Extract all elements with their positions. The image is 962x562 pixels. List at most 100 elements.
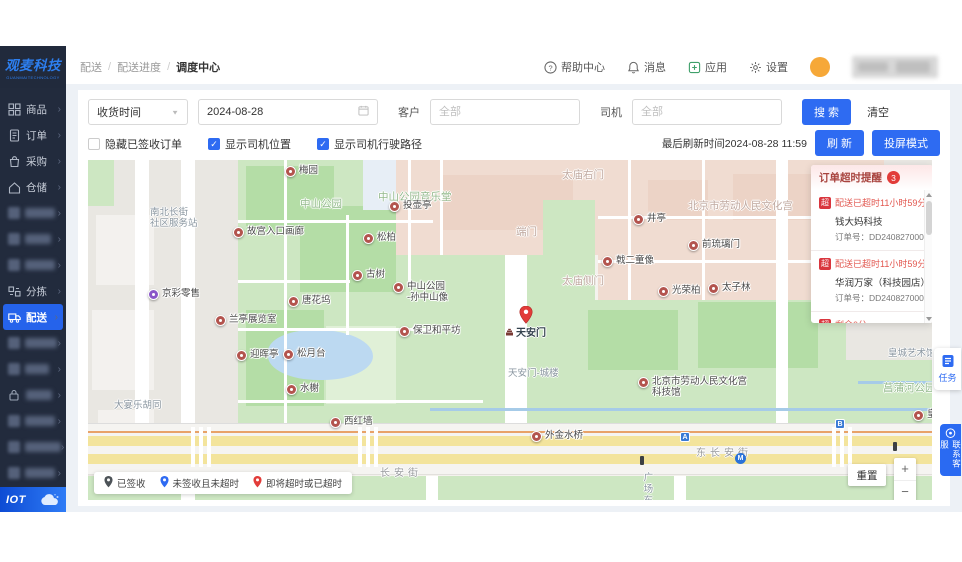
checkbox-checked-icon[interactable]: ✓ xyxy=(208,138,220,150)
map-poi-marker[interactable]: 皇城墙 xyxy=(913,409,932,421)
map-poi-marker[interactable]: 中山公园 -孙中山像 xyxy=(393,281,448,304)
map-reset-button[interactable]: 重置 xyxy=(848,464,886,486)
map-river xyxy=(430,408,932,411)
help-center-button[interactable]: ? 帮助中心 xyxy=(544,59,605,75)
sidebar-item-仓储[interactable]: 仓储 › xyxy=(0,174,66,200)
checkbox-checked-icon[interactable]: ✓ xyxy=(317,138,329,150)
sidebar-item-配送[interactable]: 配送 › xyxy=(3,304,63,330)
poi-red-icon xyxy=(688,240,699,251)
sidebar-item-blurred[interactable]: › xyxy=(0,330,66,356)
sidebar-item-blurred[interactable]: › xyxy=(0,460,66,486)
apps-button[interactable]: 应用 xyxy=(688,59,727,75)
map-poi-marker[interactable]: 水榭 xyxy=(286,383,319,395)
map-poi-marker[interactable]: 太子林 xyxy=(708,282,751,294)
poi-red-icon xyxy=(531,431,542,442)
sidebar-item-label: 采购 xyxy=(26,155,47,168)
poi-purple-icon xyxy=(148,289,159,300)
scroll-down-arrow[interactable] xyxy=(925,314,932,323)
user-avatar[interactable] xyxy=(810,57,830,77)
toggle-隐藏已签收订单[interactable]: 隐藏已签收订单 xyxy=(88,136,182,152)
scroll-up-arrow[interactable] xyxy=(925,190,932,199)
map-poi-marker[interactable]: 梅园 xyxy=(285,165,319,177)
sidebar-item-采购[interactable]: 采购 › xyxy=(0,148,66,174)
sidebar-item-blurred[interactable]: › xyxy=(0,252,66,278)
settings-button[interactable]: 设置 xyxy=(749,59,788,75)
map-poi-marker[interactable]: 京彩零售 xyxy=(148,288,200,300)
refresh-zone: 最后刷新时间2024-08-28 11:59 刷 新 投屏模式 xyxy=(662,130,940,156)
driver-input[interactable] xyxy=(632,99,782,125)
map-poi-marker[interactable]: 前琉璃门 xyxy=(688,239,740,251)
blurred-label xyxy=(25,260,55,270)
poi-red-icon xyxy=(638,377,649,388)
sidebar-item-blurred[interactable]: › xyxy=(0,382,66,408)
app-logo: 观麦科技 GUANMAITECHNOLOGY xyxy=(0,46,66,88)
poi-label: 西红墙 xyxy=(344,416,373,427)
map[interactable]: 梅园故宫入口画廊京彩零售 投壶亭松柏古树 中山公园 -孙中山像唐花坞 兰亭展览室迎晖亭 松… xyxy=(88,160,932,500)
user-name-blurred[interactable] xyxy=(852,56,938,78)
sidebar-item-blurred[interactable]: › xyxy=(0,434,66,460)
zoom-out-button[interactable]: − xyxy=(894,481,916,501)
metro-exit-B: B xyxy=(835,419,845,429)
sidebar-menu: 商品 › 订单 › 采购 › 仓储 › › › › 分拣 › 配送 › › › › › › › xyxy=(0,88,66,486)
map-poi-marker[interactable]: 西红墙 xyxy=(330,416,373,428)
breadcrumb-progress[interactable]: 配送进度 xyxy=(117,59,161,75)
contact-support-button[interactable]: 联系客服 xyxy=(940,424,962,476)
toggle-显示司机行驶路径[interactable]: ✓ 显示司机行驶路径 xyxy=(317,136,422,152)
chevron-right-icon: › xyxy=(57,129,61,141)
map-path xyxy=(702,160,705,300)
toggle-显示司机位置[interactable]: ✓ 显示司机位置 xyxy=(208,136,291,152)
legend-item: 未签收且未超时 xyxy=(159,475,239,491)
cast-mode-button[interactable]: 投屏模式 xyxy=(872,130,940,156)
legend-item: 已签收 xyxy=(104,475,146,491)
sidebar-item-blurred[interactable]: › xyxy=(0,356,66,382)
zoom-in-button[interactable]: + xyxy=(894,458,916,481)
sidebar-item-blurred[interactable]: › xyxy=(0,226,66,252)
customer-input[interactable] xyxy=(430,99,580,125)
map-poi-marker[interactable]: 松柏 xyxy=(363,232,396,244)
refresh-button[interactable]: 刷 新 xyxy=(814,130,864,156)
checkbox-icon[interactable] xyxy=(88,138,100,150)
chevron-right-icon: › xyxy=(57,233,61,245)
metro-station[interactable]: M xyxy=(735,453,749,464)
sidebar-item-订单[interactable]: 订单 › xyxy=(0,122,66,148)
main-panel: 收货时间 ▼ 2024-08-28 客户 司机 搜 索 清空 隐藏已签收订单 ✓ 显… xyxy=(78,90,950,506)
date-picker[interactable]: 2024-08-28 xyxy=(198,99,378,125)
map-crosswalk xyxy=(191,427,213,467)
map-poi-marker[interactable]: 北京市劳动人民文化宫 科技馆 xyxy=(638,376,747,399)
alert-order-item[interactable]: 超剩余0分华润万家（科技园店）2 xyxy=(811,312,924,323)
map-poi-marker[interactable]: 保卫和平坊 xyxy=(399,325,461,337)
tasks-float-button[interactable]: 任务 xyxy=(934,348,961,390)
sidebar-item-blurred[interactable]: › xyxy=(0,408,66,434)
search-button[interactable]: 搜 索 xyxy=(802,99,852,125)
map-poi-marker[interactable]: 迎晖亭 xyxy=(236,349,279,361)
sidebar-item-blurred[interactable]: › xyxy=(0,200,66,226)
sidebar-item-label: 订单 xyxy=(26,129,47,142)
time-field-select[interactable]: 收货时间 ▼ xyxy=(88,99,188,125)
scrollbar-thumb[interactable] xyxy=(926,201,932,235)
map-poi-marker[interactable]: 古树 xyxy=(352,269,385,281)
map-poi-marker[interactable]: 戟二童像 xyxy=(602,255,654,267)
map-poi-marker[interactable]: 井亭 xyxy=(633,213,666,225)
map-area-label: 皇城艺术馆 xyxy=(888,348,932,359)
map-poi-marker[interactable]: 兰亭展览室 xyxy=(215,314,277,326)
alert-panel-title: 订单超时提醒 xyxy=(819,172,882,184)
sidebar-item-商品[interactable]: 商品 › xyxy=(0,96,66,122)
poi-label: 梅园 xyxy=(299,165,319,176)
map-poi-marker[interactable]: 唐花坞 xyxy=(288,295,331,307)
messages-button[interactable]: 消息 xyxy=(627,59,666,75)
alert-order-item[interactable]: 超配送已超时11小时59分 钱大妈科技 订单号：DD24082700005 xyxy=(811,190,924,251)
iot-banner[interactable]: IOT xyxy=(0,487,66,512)
clear-button[interactable]: 清空 xyxy=(867,104,889,120)
map-poi-marker[interactable]: 投壶亭 xyxy=(389,200,432,212)
map-poi-marker[interactable]: 光荣柏 xyxy=(658,285,701,297)
alert-order-item[interactable]: 超配送已超时11小时59分华润万家（科技园店）2 订单号：DD2408270000… xyxy=(811,251,924,312)
breadcrumb-delivery[interactable]: 配送 xyxy=(80,59,102,75)
map-poi-marker[interactable]: 松月台 xyxy=(283,348,326,360)
alert-scrollbar[interactable] xyxy=(924,190,932,323)
map-poi-marker[interactable]: 故宫入口画廊 xyxy=(233,226,304,238)
sidebar-item-分拣[interactable]: 分拣 › xyxy=(0,278,66,304)
poi-red-icon xyxy=(393,282,404,293)
order-status: 配送已超时11小时59分 xyxy=(835,259,924,269)
map-poi-marker[interactable]: 外金水桥 xyxy=(531,430,583,442)
order-pin-tiananmen[interactable]: 天安门 xyxy=(505,306,546,339)
